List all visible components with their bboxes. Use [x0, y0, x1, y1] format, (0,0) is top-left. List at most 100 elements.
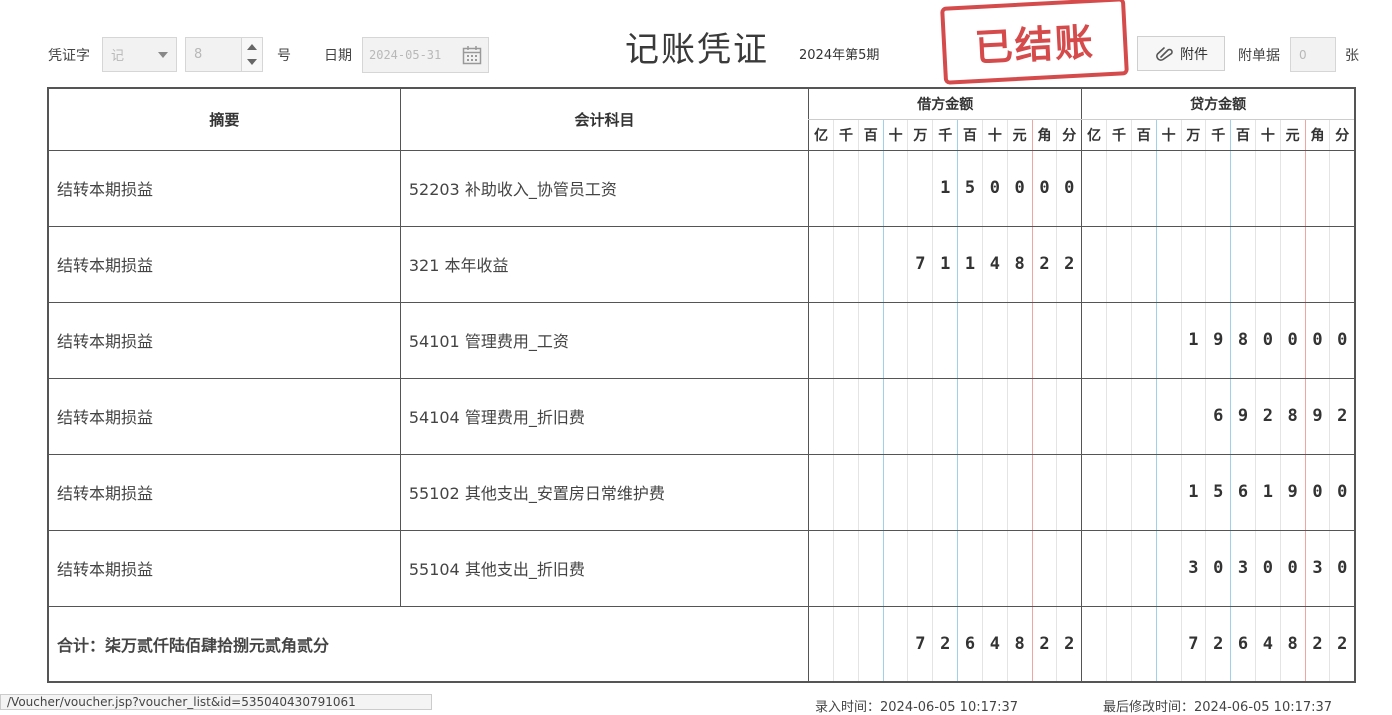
- account-cell[interactable]: 55104 其他支出_折旧费: [399, 530, 809, 607]
- credit-digit-cell: [1279, 150, 1306, 227]
- total-debit-digit-cell: 6: [957, 606, 983, 682]
- debit-digit-cell: [882, 530, 908, 607]
- attached-docs-input[interactable]: 0: [1290, 37, 1336, 72]
- closed-stamp: 已结账: [940, 0, 1129, 85]
- table-row[interactable]: 结转本期损益 321 本年收益 7 1 1 4 8 2 2: [48, 226, 1355, 303]
- credit-digit-cell: [1180, 378, 1206, 455]
- column-header-debit: 借方金额: [808, 88, 1082, 120]
- total-debit-digit-cell: [833, 606, 859, 682]
- summary-cell[interactable]: 结转本期损益: [48, 226, 401, 303]
- account-cell[interactable]: 55102 其他支出_安置房日常维护费: [399, 454, 809, 531]
- credit-digit-cell: [1081, 530, 1107, 607]
- debit-digit-cell: [981, 530, 1008, 607]
- debit-digit-cell: 1: [957, 226, 983, 303]
- debit-digit-cell: [1031, 454, 1057, 531]
- credit-unit-label: 亿: [1081, 119, 1107, 151]
- debit-digit-cell: 0: [981, 150, 1008, 227]
- credit-unit-label: 元: [1279, 119, 1306, 151]
- debit-digit-cell: [808, 530, 834, 607]
- stepper-down-icon[interactable]: [247, 59, 257, 65]
- account-cell[interactable]: 321 本年收益: [399, 226, 809, 303]
- credit-unit-label: 十: [1155, 119, 1182, 151]
- summary-cell[interactable]: 结转本期损益: [48, 530, 401, 607]
- dropdown-arrow-icon: [158, 52, 168, 58]
- credit-unit-label: 万: [1180, 119, 1206, 151]
- debit-digit-cell: 0: [1006, 150, 1033, 227]
- calendar-icon[interactable]: [462, 45, 482, 65]
- column-header-account: 会计科目: [399, 88, 809, 151]
- debit-digit-cell: 2: [1056, 226, 1082, 303]
- credit-digit-cell: 9: [1205, 302, 1231, 379]
- credit-digit-cell: 8: [1279, 378, 1306, 455]
- credit-digit-cell: [1329, 150, 1355, 227]
- period-label: 2024年第5期: [799, 48, 880, 63]
- debit-digit-cell: [957, 302, 983, 379]
- debit-digit-cell: [833, 454, 859, 531]
- summary-cell[interactable]: 结转本期损益: [48, 454, 401, 531]
- credit-digit-cell: [1279, 226, 1306, 303]
- credit-digit-cell: [1230, 150, 1256, 227]
- date-input[interactable]: 2024-05-31: [362, 37, 489, 73]
- table-row[interactable]: 结转本期损益 52203 补助收入_协管员工资 1 5 0 0 0 0: [48, 150, 1355, 227]
- stepper-up-icon[interactable]: [247, 44, 257, 50]
- table-row[interactable]: 结转本期损益 54101 管理费用_工资 1 9 8 0 0 0 0: [48, 302, 1355, 379]
- attached-docs-unit: 张: [1345, 48, 1359, 64]
- credit-digit-cell: [1304, 150, 1330, 227]
- credit-digit-cell: [1106, 226, 1132, 303]
- voucher-number-stepper[interactable]: 8: [185, 37, 263, 72]
- credit-digit-cell: [1155, 150, 1182, 227]
- debit-digit-cell: [1031, 530, 1057, 607]
- total-debit-digit-cell: 2: [932, 606, 958, 682]
- account-cell[interactable]: 54101 管理费用_工资: [399, 302, 809, 379]
- voucher-word-select[interactable]: 记: [102, 37, 177, 72]
- credit-digit-cell: [1155, 226, 1182, 303]
- account-cell[interactable]: 54104 管理费用_折旧费: [399, 378, 809, 455]
- summary-cell[interactable]: 结转本期损益: [48, 302, 401, 379]
- attached-docs-label: 附单据: [1238, 48, 1280, 64]
- total-credit-digit-cell: 7: [1180, 606, 1206, 682]
- credit-digit-cell: 0: [1304, 302, 1330, 379]
- credit-digit-cell: [1155, 302, 1182, 379]
- voucher-table: 摘要 会计科目 借方金额 贷方金额 亿千百十万千百十元角分亿千百十万千百十元角分…: [47, 87, 1356, 683]
- account-cell[interactable]: 52203 补助收入_协管员工资: [399, 150, 809, 227]
- debit-digit-cell: 1: [932, 226, 958, 303]
- debit-unit-label: 角: [1031, 119, 1057, 151]
- debit-digit-cell: [907, 454, 933, 531]
- credit-digit-cell: [1130, 530, 1157, 607]
- credit-digit-cell: [1106, 378, 1132, 455]
- credit-unit-label: 千: [1205, 119, 1231, 151]
- debit-digit-cell: [808, 378, 834, 455]
- debit-digit-cell: 0: [1031, 150, 1057, 227]
- debit-digit-cell: [957, 454, 983, 531]
- credit-digit-cell: 6: [1230, 454, 1256, 531]
- credit-digit-cell: [1254, 226, 1281, 303]
- total-debit-digit-cell: 7: [907, 606, 933, 682]
- table-row[interactable]: 结转本期损益 54104 管理费用_折旧费 6 9 2 8 9 2: [48, 378, 1355, 455]
- debit-unit-label: 亿: [808, 119, 834, 151]
- credit-digit-cell: 3: [1304, 530, 1330, 607]
- debit-digit-cell: 0: [1056, 150, 1082, 227]
- attachment-button[interactable]: 附件: [1137, 36, 1225, 71]
- debit-unit-label: 十: [882, 119, 908, 151]
- credit-digit-cell: 9: [1304, 378, 1330, 455]
- debit-digit-cell: [833, 530, 859, 607]
- table-row[interactable]: 结转本期损益 55102 其他支出_安置房日常维护费 1 5 6 1 9 0 0: [48, 454, 1355, 531]
- credit-digit-cell: [1205, 226, 1231, 303]
- credit-digit-cell: 0: [1254, 302, 1281, 379]
- credit-digit-cell: 0: [1329, 454, 1355, 531]
- debit-digit-cell: [907, 530, 933, 607]
- total-debit-digit-cell: 2: [1056, 606, 1082, 682]
- debit-digit-cell: [957, 530, 983, 607]
- credit-unit-label: 百: [1130, 119, 1157, 151]
- credit-digit-cell: 9: [1279, 454, 1306, 531]
- credit-digit-cell: [1130, 378, 1157, 455]
- debit-digit-cell: [882, 378, 908, 455]
- summary-cell[interactable]: 结转本期损益: [48, 150, 401, 227]
- debit-unit-label: 分: [1056, 119, 1082, 151]
- table-row[interactable]: 结转本期损益 55104 其他支出_折旧费 3 0 3 0 0 3 0: [48, 530, 1355, 607]
- debit-digit-cell: [932, 454, 958, 531]
- summary-cell[interactable]: 结转本期损益: [48, 378, 401, 455]
- credit-digit-cell: [1130, 150, 1157, 227]
- page-title: 记账凭证: [625, 30, 769, 70]
- credit-digit-cell: [1130, 226, 1157, 303]
